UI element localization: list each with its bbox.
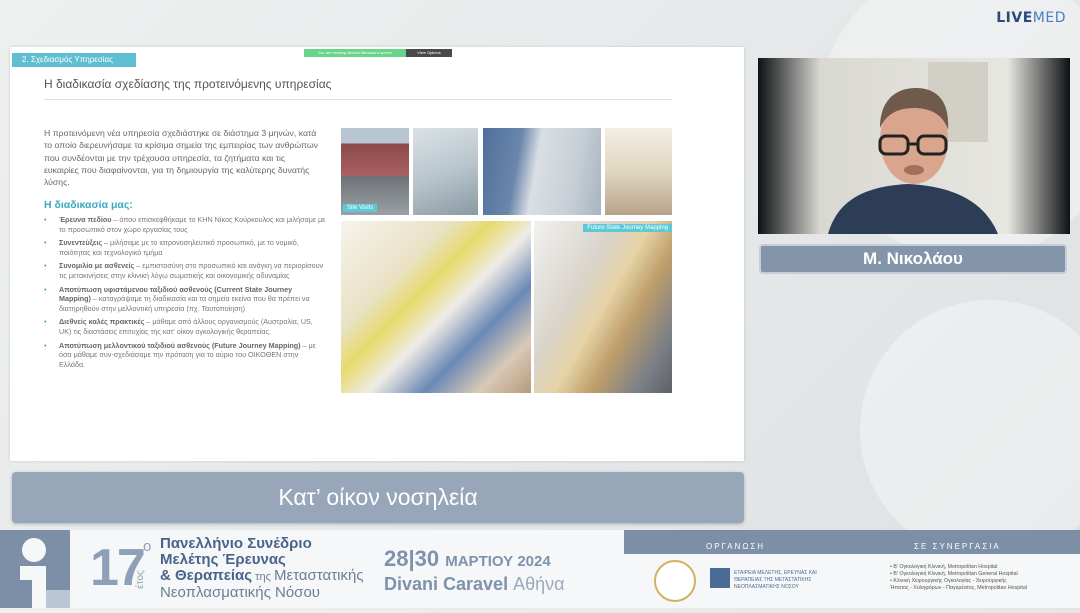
speaker-video-frame: [758, 58, 1070, 234]
list-item: • Συνομιλία με ασθενείς – εμπιστοσύνη στο…: [44, 261, 326, 280]
process-heading: Η διαδικασία μας:: [44, 199, 133, 211]
congress-month-year: ΜΑΡΤΙΟΥ 2024: [445, 553, 551, 570]
photo-caption: Site Visits: [343, 204, 378, 212]
conference-logo: [0, 530, 70, 608]
list-item: Ήπατος - Χοληφόρων - Παγκρέατος, Metropo…: [890, 585, 1027, 591]
site-visit-photo: [605, 128, 672, 215]
congress-name-connector: της: [252, 571, 274, 583]
step-bold: Συνομιλία με ασθενείς: [59, 261, 135, 271]
speaker-name-plate: Μ. Νικολάου: [759, 244, 1067, 274]
brand-live: LIVE: [996, 10, 1033, 26]
congress-venue: Divani Caravel Αθήνα: [384, 574, 565, 595]
step-bold: Διεθνείς καλές πρακτικές: [59, 317, 145, 327]
step-bold: Αποτύπωση μελλοντικού ταξιδιού ασθενούς …: [59, 340, 301, 350]
conference-logo-icon: [0, 530, 70, 608]
conference-banner: 17 ο έτος Πανελλήνιο Συνέδριο Μελέτης Έρ…: [0, 530, 1080, 608]
step-bold: Συνεντεύξεις: [59, 238, 103, 248]
congress-name-line: Πανελλήνιο Συνέδριο: [160, 535, 312, 552]
step-text: – καταγράψαμε τη διαδικασία και τα σημεί…: [59, 294, 310, 313]
list-item: • Β' Ογκολογική Κλινική, Metropolitan Ho…: [890, 564, 998, 570]
congress-name-line: & Θεραπείας: [160, 567, 253, 584]
list-item: • Συνεντεύξεις – μιλήσαμε με το ιατρονοση…: [44, 238, 326, 257]
venue-city: Αθήνα: [513, 574, 565, 594]
bullet-icon: •: [44, 284, 47, 294]
list-item: • Αποτύπωση υφιστάμενου ταξιδιού ασθενούς…: [44, 285, 326, 314]
screen-share-bar: You are viewing Michail Nikolaou's scree…: [304, 49, 452, 57]
speaker-video: [758, 58, 1070, 234]
congress-dates: 28|30 ΜΑΡΤΙΟΥ 2024: [384, 546, 551, 572]
organizer-logo-icon: [710, 568, 730, 588]
livemed-logo: LIVEMED: [996, 10, 1066, 26]
bullet-icon: •: [44, 317, 47, 327]
list-item: • Κλινική Χειρουργικής Ογκολογίας - Χειρ…: [890, 578, 1007, 584]
bullet-icon: •: [44, 261, 47, 271]
list-item: • Διεθνείς καλές πρακτικές – μάθαμε από ά…: [44, 317, 326, 336]
brand-med: MED: [1032, 10, 1066, 26]
congress-year-label: έτος: [134, 570, 146, 589]
organizer-label: ΟΡΓΑΝΩΣΗ: [706, 542, 766, 551]
congress-days: 28|30: [384, 546, 440, 571]
venue-name: Divani Caravel: [384, 574, 509, 594]
congress-number-suffix: ο: [143, 538, 152, 555]
site-visit-photo: [483, 128, 601, 215]
congress-number: 17: [90, 539, 146, 597]
section-tab: 2. Σχεδιασμός Υπηρεσίας: [12, 53, 136, 67]
collaboration-label: ΣΕ ΣΥΝΕΡΓΑΣΙΑ: [914, 542, 1001, 551]
photo-caption: Future State Journey Mapping: [583, 224, 672, 232]
congress-name: Πανελλήνιο Συνέδριο Μελέτης Έρευνας & Θε…: [160, 536, 390, 601]
partners-list: • Β' Ογκολογική Κλινική, Metropolitan Ho…: [890, 564, 1076, 592]
bullet-icon: •: [44, 340, 47, 350]
journey-mapping-photo: Future State Journey Mapping: [534, 221, 672, 393]
organizer-name: ΕΤΑΙΡΕΙΑ ΜΕΛΕΤΗΣ, ΕΡΕΥΝΑΣ ΚΑΙ ΘΕΡΑΠΕΙΑΣ …: [734, 570, 817, 590]
journey-mapping-photo: [341, 221, 531, 393]
shared-slide: 2. Σχεδιασμός Υπηρεσίας You are viewing …: [10, 47, 744, 461]
list-item: • Β' Ογκολογική Κλινική, Metropolitan Ge…: [890, 571, 1018, 577]
process-steps-list: • Έρευνα πεδίου – όπου επισκεφθήκαμε το Κ…: [44, 215, 326, 373]
title-divider: [44, 99, 672, 100]
site-visit-photo: [413, 128, 478, 215]
bullet-icon: •: [44, 215, 47, 224]
share-notice: You are viewing Michail Nikolaou's scree…: [304, 49, 406, 57]
bullet-icon: •: [44, 238, 47, 248]
step-bold: Έρευνα πεδίου: [59, 215, 112, 224]
congress-name-line: Μελέτης Έρευνας: [160, 551, 286, 568]
intro-paragraph: Η προτεινόμενη νέα υπηρεσία σχεδιάστηκε …: [44, 128, 319, 188]
list-item: • Έρευνα πεδίου – όπου επισκεφθήκαμε το Κ…: [44, 215, 326, 234]
slide-title: Η διαδικασία σχεδίασης της προτεινόμενης…: [44, 77, 332, 91]
site-visit-photo: Site Visits: [341, 128, 409, 215]
list-item: • Αποτύπωση μελλοντικού ταξιδιού ασθενούς…: [44, 341, 326, 370]
organizers-band: ΟΡΓΑΝΩΣΗ ΣΕ ΣΥΝΕΡΓΑΣΙΑ: [624, 530, 1080, 554]
caption-bar: Κατ’ οίκον νοσηλεία: [12, 472, 744, 523]
organizer-seal-icon: [654, 560, 696, 602]
view-options-button[interactable]: View Options: [406, 49, 452, 57]
background-decoration: [860, 300, 1080, 560]
congress-name-line: Μεταστατικής: [273, 567, 364, 584]
congress-name-line: Νεοπλασματικής Νόσου: [160, 584, 320, 601]
